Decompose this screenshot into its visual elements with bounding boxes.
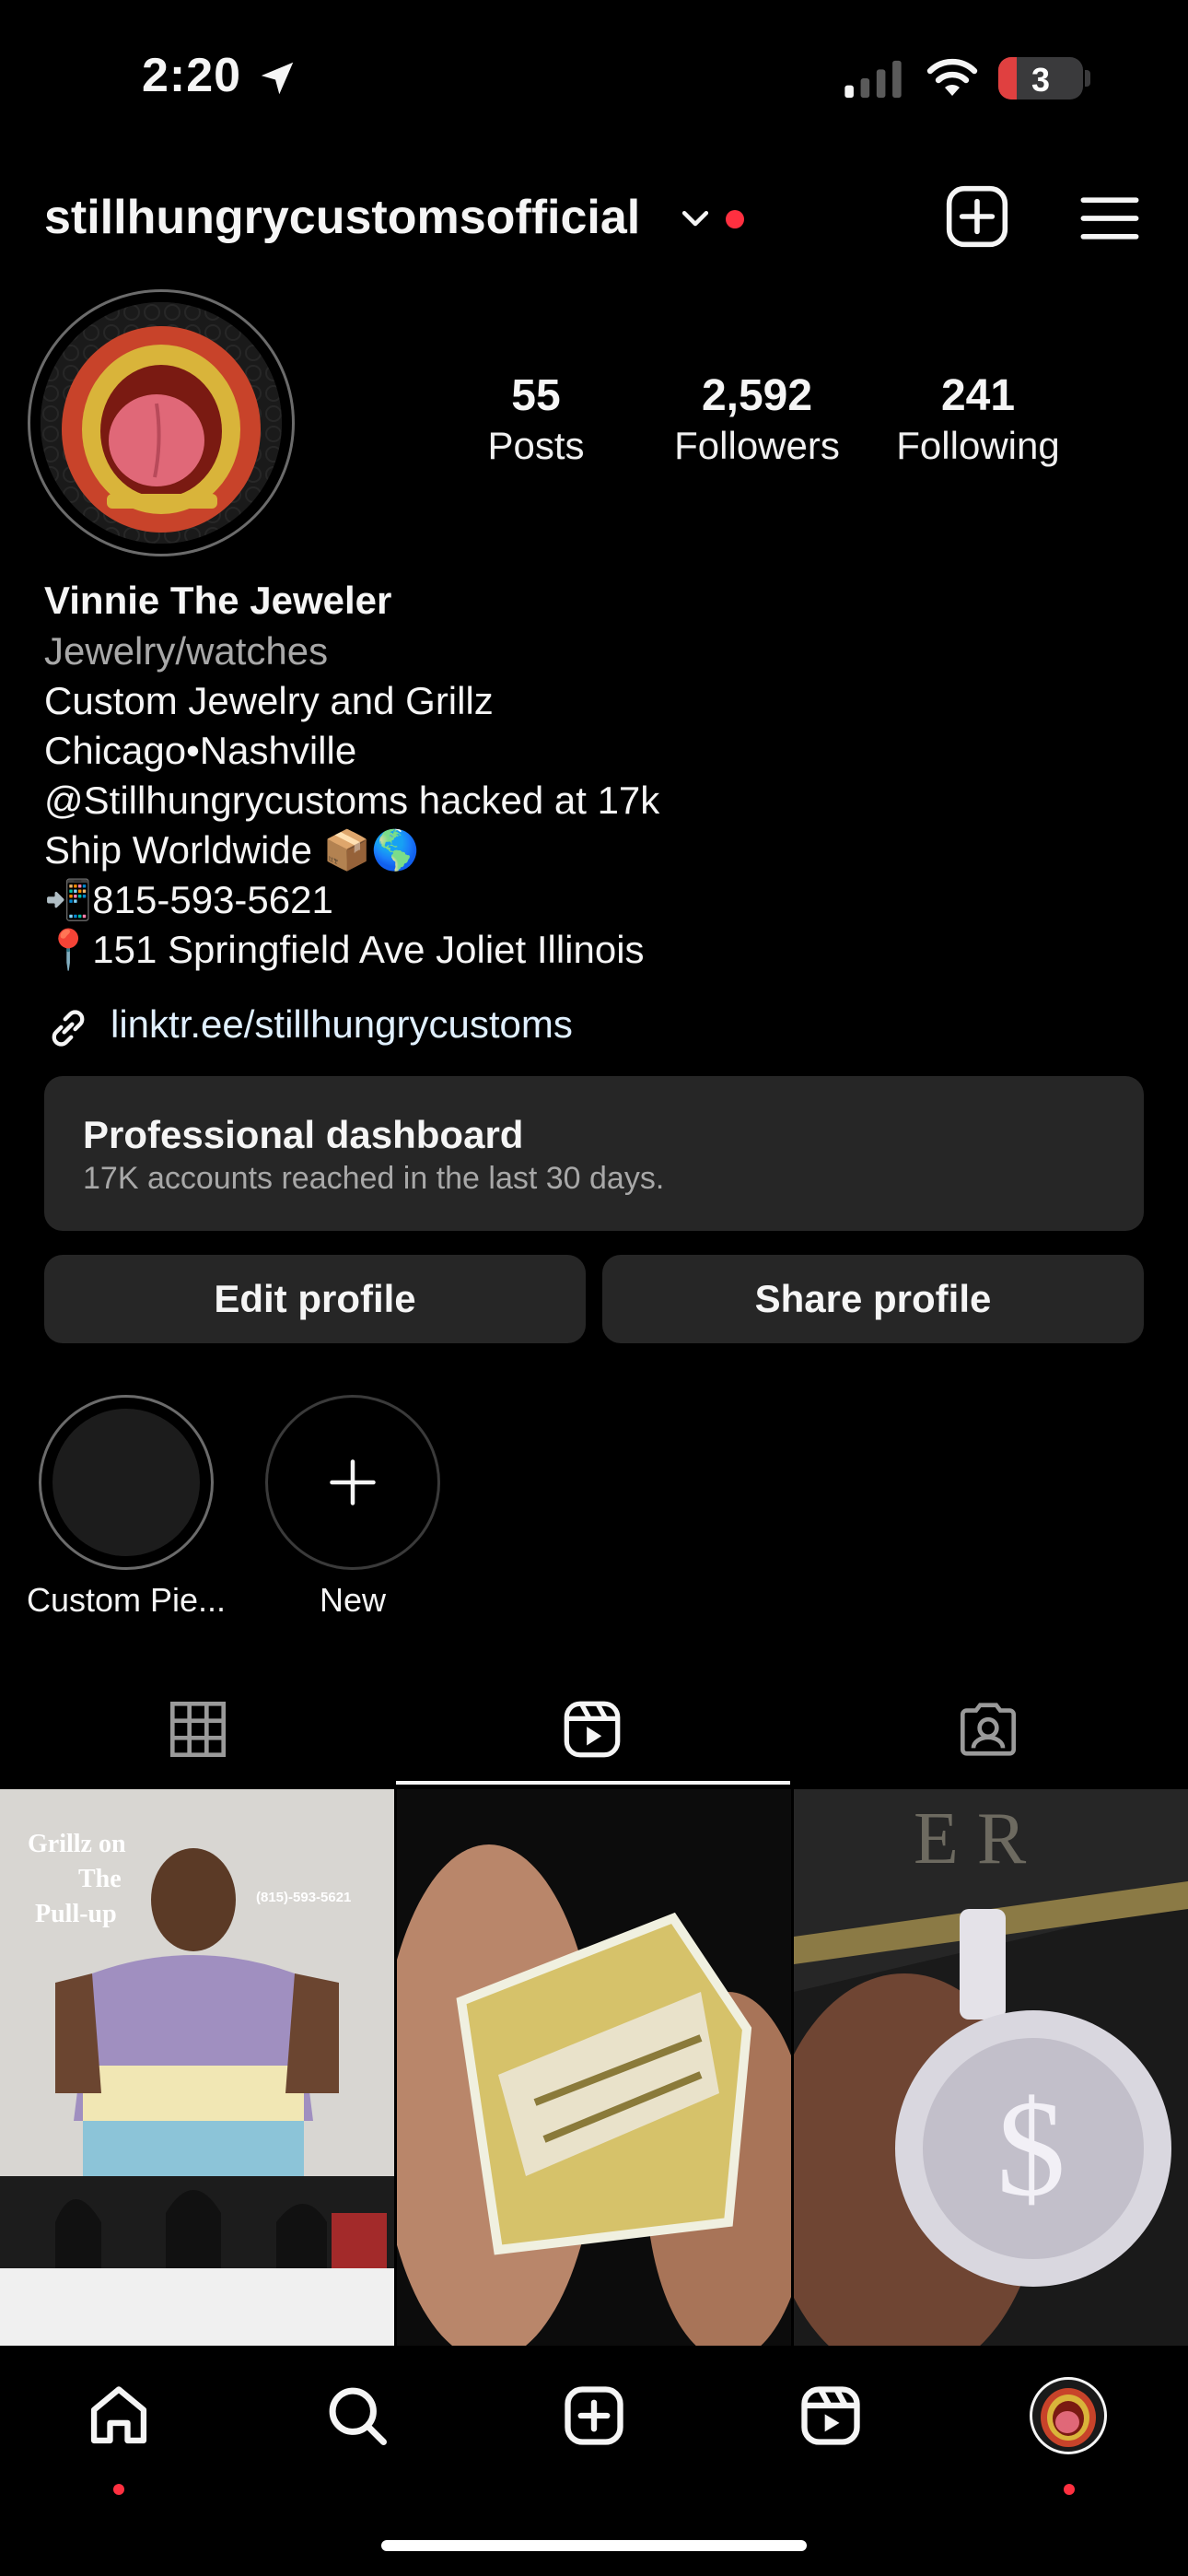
- new-highlight-button[interactable]: [265, 1395, 440, 1570]
- stat-posts-label: Posts: [487, 424, 585, 467]
- bio-line: Custom Jewelry and Grillz: [44, 679, 494, 722]
- location-arrow-icon: [261, 62, 294, 95]
- highlight-cover: [52, 1409, 200, 1556]
- highlight-label: Custom Pie...: [26, 1581, 227, 1619]
- stat-following[interactable]: 241 Following: [868, 370, 1089, 470]
- profile-link[interactable]: linktr.ee/stillhungrycustoms: [111, 1002, 573, 1047]
- profile-username[interactable]: stillhungrycustomsofficial: [44, 190, 640, 245]
- stat-following-count: 241: [940, 371, 1016, 420]
- active-tab-indicator: [396, 1781, 790, 1785]
- bio-line[interactable]: 📲815-593-5621: [44, 875, 333, 925]
- reel-caption-line: Pull-up: [35, 1900, 117, 1928]
- search-icon[interactable]: [322, 2381, 392, 2451]
- battery-level: 3: [1031, 61, 1051, 99]
- dashboard-subtitle: 17K accounts reached in the last 30 days…: [83, 1161, 665, 1196]
- status-time: 2:20: [142, 49, 242, 102]
- highlight-label-new: New: [319, 1581, 387, 1619]
- stat-posts[interactable]: 55 Posts: [425, 370, 646, 470]
- profile-display-name: Vinnie The Jeweler: [44, 579, 392, 622]
- bio-line[interactable]: @Stillhungrycustoms hacked at 17k: [44, 776, 659, 825]
- reel-tile[interactable]: Grillz on The Pull-up (815)-593-5621: [0, 1789, 394, 2346]
- battery-tip: [1085, 70, 1090, 87]
- tagged-tab-icon[interactable]: [956, 1697, 1020, 1762]
- stat-following-label: Following: [896, 424, 1060, 467]
- link-icon: [52, 1010, 85, 1047]
- create-post-icon[interactable]: [945, 184, 1009, 249]
- cellular-signal-icon: [844, 60, 902, 99]
- svg-text:E R: E R: [914, 1798, 1027, 1879]
- grid-tab-icon[interactable]: [166, 1697, 230, 1762]
- notification-dot: [726, 210, 744, 228]
- avatar[interactable]: [41, 302, 282, 544]
- reels-icon[interactable]: [796, 2381, 866, 2451]
- mouth-logo-icon: [41, 302, 282, 544]
- professional-dashboard[interactable]: Professional dashboard 17K accounts reac…: [44, 1076, 1144, 1231]
- create-icon[interactable]: [559, 2381, 629, 2451]
- reels-tab-icon[interactable]: [560, 1697, 624, 1762]
- reel-thumbnail-grillz: Grillz on The Pull-up (815)-593-5621: [0, 1789, 394, 2346]
- highlight-custom-pieces[interactable]: [39, 1395, 214, 1570]
- dashboard-title: Professional dashboard: [83, 1113, 524, 1156]
- home-indicator[interactable]: [381, 2540, 807, 2551]
- home-icon[interactable]: [84, 2381, 154, 2451]
- profile-notification-dot: [1064, 2484, 1075, 2495]
- reel-thumbnail-pendant: [397, 1789, 791, 2346]
- reel-tile[interactable]: E R $: [794, 1789, 1188, 2346]
- stat-posts-count: 55: [511, 371, 561, 420]
- share-profile-button[interactable]: Share profile: [602, 1255, 1144, 1343]
- profile-tab-avatar[interactable]: [1030, 2377, 1107, 2454]
- wifi-icon: [926, 58, 978, 96]
- reel-tile[interactable]: [397, 1789, 791, 2346]
- svg-text:$: $: [996, 2072, 1066, 2225]
- battery-indicator: 3: [998, 57, 1083, 100]
- reel-caption-line: Grillz on: [28, 1830, 126, 1858]
- profile-category: Jewelry/watches: [44, 629, 329, 673]
- home-notification-dot: [113, 2484, 124, 2495]
- stat-followers-count: 2,592: [701, 371, 813, 420]
- stat-followers[interactable]: 2,592 Followers: [646, 370, 868, 470]
- bio-line: Ship Worldwide 📦🌎: [44, 828, 420, 872]
- mouth-logo-icon: [1041, 2388, 1096, 2447]
- chevron-down-icon[interactable]: [680, 206, 711, 232]
- edit-profile-button[interactable]: Edit profile: [44, 1255, 586, 1343]
- reel-caption-phone: (815)-593-5621: [256, 1890, 351, 1905]
- reel-caption-line: The: [78, 1865, 122, 1893]
- bio-line[interactable]: 📍151 Springfield Ave Joliet Illinois: [44, 925, 645, 975]
- bio-line: Chicago•Nashville: [44, 729, 357, 772]
- stat-followers-label: Followers: [674, 424, 840, 467]
- menu-icon[interactable]: [1079, 193, 1140, 243]
- plus-icon: [330, 1459, 376, 1505]
- reel-thumbnail-medallion: E R $: [794, 1789, 1188, 2346]
